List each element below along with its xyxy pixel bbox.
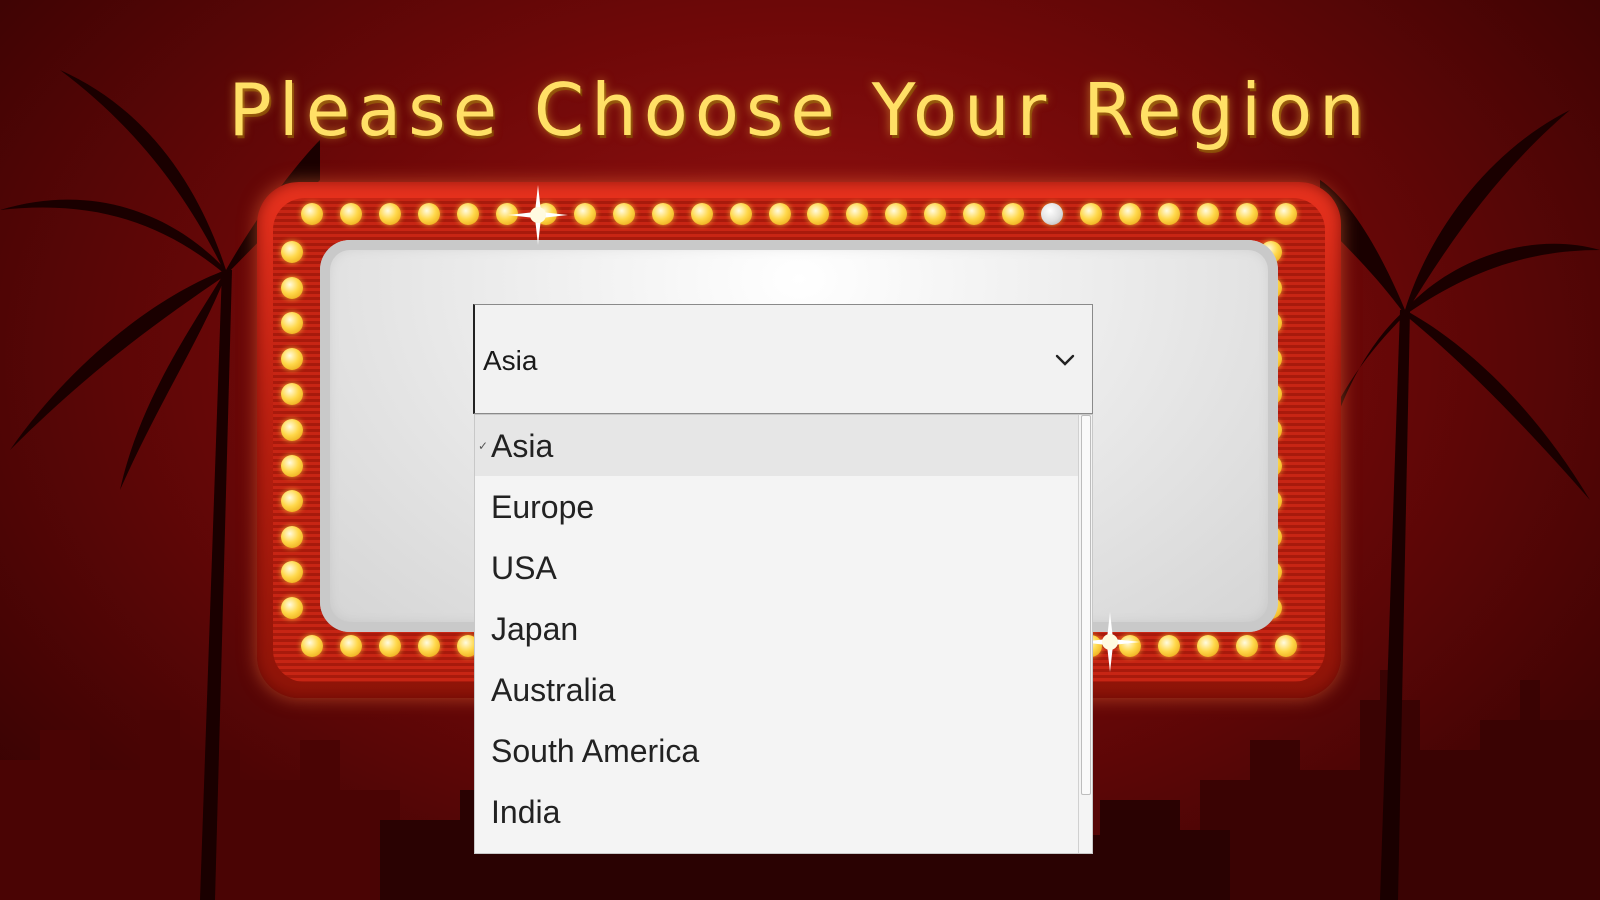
option-label: Japan (491, 611, 579, 647)
marquee-bulb (301, 635, 323, 657)
region-option[interactable]: ✓ Asia (475, 415, 1080, 476)
region-option[interactable]: Australia (475, 659, 1080, 720)
chevron-down-icon (1055, 354, 1075, 366)
marquee-bulb (339, 203, 362, 225)
marquee-bulb (1158, 203, 1181, 225)
check-icon: ✓ (478, 439, 489, 453)
region-option[interactable]: India (475, 781, 1080, 842)
marquee-bulb (417, 203, 440, 225)
marquee-bulb (1236, 635, 1259, 657)
marquee-bulb (281, 347, 303, 370)
marquee-bulb (1002, 203, 1025, 225)
marquee-bulb (651, 203, 674, 225)
marquee-bulb (417, 635, 440, 657)
scrollbar-thumb[interactable] (1081, 415, 1091, 795)
marquee-bulb (1275, 635, 1297, 657)
option-label: Asia (491, 428, 554, 464)
region-option[interactable]: South America (475, 720, 1080, 781)
marquee-bulb (281, 454, 303, 477)
option-label: South America (491, 733, 700, 769)
marquee-bulb (573, 203, 596, 225)
marquee-bulb (281, 597, 303, 619)
dropdown-scrollbar[interactable] (1078, 415, 1092, 853)
marquee-bulb (807, 203, 830, 225)
marquee-bulb (281, 312, 303, 335)
region-dropdown-list[interactable]: ✓ Asia Europe USA Japan Australia South … (474, 414, 1093, 854)
page-title: Please Choose Your Region (228, 68, 1372, 152)
marquee-bulb (924, 203, 947, 225)
marquee-bulb (690, 203, 713, 225)
marquee-bulb (729, 203, 752, 225)
marquee-bulb (339, 635, 362, 657)
region-option[interactable]: Japan (475, 598, 1080, 659)
marquee-bulb (281, 241, 303, 263)
marquee-bulb (281, 561, 303, 584)
option-label: Europe (491, 489, 595, 525)
region-option[interactable]: Europe (475, 476, 1080, 537)
marquee-bulb (963, 203, 986, 225)
palm-tree-right (1320, 110, 1600, 900)
sparkle-icon (508, 185, 568, 245)
option-label: USA (491, 550, 557, 586)
option-label: Australia (491, 672, 616, 708)
marquee-bulb (281, 419, 303, 441)
region-select-value: Asia (483, 345, 538, 376)
marquee-bulb (301, 203, 323, 225)
region-options: ✓ Asia Europe USA Japan Australia South … (475, 415, 1080, 842)
marquee-bulb (1041, 203, 1064, 225)
marquee-bulb (1197, 635, 1220, 657)
marquee-bulb (1158, 635, 1181, 657)
marquee-bulb (846, 203, 869, 225)
marquee-bulb (768, 203, 791, 225)
marquee-bulb (281, 276, 303, 299)
marquee-bulb (885, 203, 908, 225)
marquee-bulb (612, 203, 635, 225)
marquee-bulb (1236, 203, 1259, 225)
marquee-bulb (281, 383, 303, 406)
region-select[interactable]: Asia (473, 304, 1093, 414)
option-label: India (491, 794, 561, 830)
marquee-bulb (456, 203, 479, 225)
marquee-bulb (1080, 203, 1103, 225)
marquee-bulb (281, 490, 303, 513)
marquee-bulb (1275, 203, 1297, 225)
region-option[interactable]: USA (475, 537, 1080, 598)
marquee-bulb (378, 203, 401, 225)
marquee-bulb (1119, 203, 1142, 225)
marquee-bulb (281, 525, 303, 548)
marquee-bulb (378, 635, 401, 657)
marquee-bulb (1197, 203, 1220, 225)
